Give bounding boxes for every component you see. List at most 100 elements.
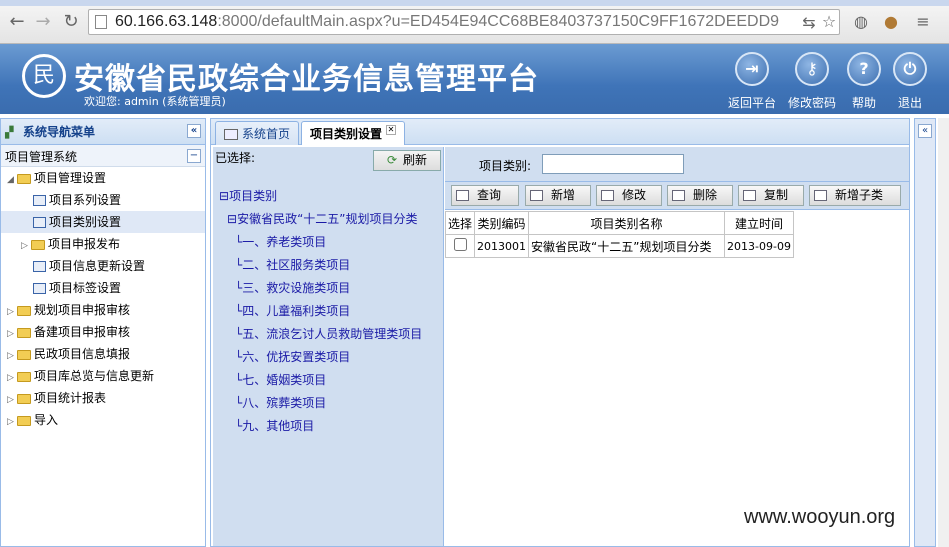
sidebar-item-tags[interactable]: 项目标签设置	[1, 277, 205, 299]
table-row[interactable]: 2013001 安徽省民政“十二五”规划项目分类 2013-09-09	[444, 234, 794, 258]
tree-leaf[interactable]: └四、儿童福利类项目	[235, 302, 350, 319]
column-header[interactable]: 类别编码	[474, 211, 530, 235]
folder-icon	[17, 393, 31, 404]
sitemap-icon: ▞	[5, 125, 14, 139]
tree-root[interactable]: ⊟项目类别	[219, 187, 277, 204]
app-header: 民 安徽省民政综合业务信息管理平台 欢迎您: admin (系统管理员) ⇥ 返…	[0, 44, 949, 114]
bookmark-star-icon[interactable]: ☆	[818, 11, 840, 33]
return-platform-button[interactable]: ⇥ 返回平台	[722, 48, 782, 112]
collapsed-arrow-icon: ▷	[7, 351, 14, 361]
sidebar-item-standby-review[interactable]: ▷ 备建项目申报审核	[1, 321, 205, 343]
filter-bar: 项目类别:	[445, 147, 909, 182]
column-header[interactable]: 项目类别名称	[528, 211, 726, 235]
collapsed-arrow-icon: ▷	[7, 307, 14, 317]
category-name-cell: 安徽省民政“十二五”规划项目分类	[528, 234, 726, 258]
browser-toolbar: ← → ↻ 60.166.63.148:8000/defaultMain.asp…	[0, 0, 949, 44]
folder-icon	[17, 415, 31, 426]
cookie-icon[interactable]: ●	[880, 11, 902, 33]
document-icon	[33, 283, 46, 294]
address-bar[interactable]: 60.166.63.148:8000/defaultMain.aspx?u=ED…	[88, 9, 840, 35]
folder-icon	[31, 239, 45, 250]
tree-leaf[interactable]: └七、婚姻类项目	[235, 371, 326, 388]
refresh-button[interactable]: ⟳ 刷新	[373, 150, 441, 171]
back-icon[interactable]: ←	[6, 11, 28, 33]
category-filter-input[interactable]	[542, 154, 684, 174]
tab-home[interactable]: 系统首页	[215, 121, 300, 145]
folder-icon	[17, 173, 31, 184]
document-icon	[33, 261, 46, 272]
page-icon	[95, 15, 107, 29]
tree-leaf[interactable]: └六、优抚安置类项目	[235, 348, 350, 365]
welcome-text: 欢迎您: admin (系统管理员)	[84, 95, 226, 108]
sidebar-item-overview[interactable]: ▷ 项目库总览与信息更新	[1, 365, 205, 387]
collapsed-arrow-icon: ▷	[21, 241, 28, 251]
tree-node-plan-category[interactable]: ⊟安徽省民政“十二五”规划项目分类	[227, 210, 418, 227]
tree-leaf[interactable]: └一、养老类项目	[235, 233, 326, 250]
refresh-icon: ⟳	[386, 153, 398, 167]
help-icon: ?	[847, 52, 881, 86]
row-checkbox[interactable]	[453, 238, 467, 251]
column-header[interactable]: 选择	[444, 211, 476, 235]
forward-icon[interactable]: →	[32, 11, 54, 33]
category-table: 选择 类别编码 项目类别名称 建立时间 2013001 安徽省民政“十二五”规划…	[444, 211, 794, 258]
tree-leaf[interactable]: └三、救灾设施类项目	[235, 279, 350, 296]
return-icon: ⇥	[735, 52, 769, 86]
sidebar-header: ▞ 系统导航菜单 «	[1, 119, 205, 145]
sidebar-item-project-management[interactable]: ◢ 项目管理设置	[1, 167, 205, 189]
sidebar-section[interactable]: 项目管理系统 −	[1, 145, 205, 167]
tree-leaf[interactable]: └二、社区服务类项目	[235, 256, 350, 273]
close-tab-icon[interactable]: ✕	[386, 125, 397, 135]
folder-icon	[17, 327, 31, 338]
add-sub-icon	[814, 190, 827, 201]
tab-bar: 系统首页 项目类别设置 ✕	[211, 119, 909, 145]
created-date-cell: 2013-09-09	[724, 234, 794, 258]
collapsed-arrow-icon: ▷	[7, 373, 14, 383]
table-header-row: 选择 类别编码 项目类别名称 建立时间	[444, 211, 794, 235]
sidebar-item-project-series[interactable]: 项目系列设置	[1, 189, 205, 211]
expanded-arrow-icon: ◢	[7, 175, 14, 185]
delete-icon	[672, 190, 685, 201]
reload-icon[interactable]: ↻	[60, 11, 82, 33]
sidebar-item-reports[interactable]: ▷ 项目统计报表	[1, 387, 205, 409]
menu-icon[interactable]: ≡	[912, 11, 934, 33]
query-icon	[456, 190, 469, 201]
row-select-cell[interactable]	[444, 234, 476, 258]
sidebar-item-project-publish[interactable]: ▷ 项目申报发布	[1, 233, 205, 255]
app-title: 安徽省民政综合业务信息管理平台	[74, 62, 539, 97]
sidebar-item-civil-info[interactable]: ▷ 民政项目信息填报	[1, 343, 205, 365]
page-scrollbar[interactable]	[938, 118, 949, 547]
sidebar-item-import[interactable]: ▷ 导入	[1, 409, 205, 431]
tab-project-category[interactable]: 项目类别设置 ✕	[301, 121, 406, 145]
expand-right-icon[interactable]: «	[918, 124, 932, 138]
edit-button[interactable]: 修改	[596, 185, 662, 206]
column-header[interactable]: 建立时间	[724, 211, 794, 235]
main-panel: 系统首页 项目类别设置 ✕ 已选择: ⟳ 刷新 ⊟项目类别 ⊟安徽省民政“十二五”规…	[210, 118, 910, 547]
tree-leaf[interactable]: └八、殡葬类项目	[235, 394, 326, 411]
logo: 民	[22, 54, 66, 98]
key-icon: ⚷	[795, 52, 829, 86]
collapse-section-icon[interactable]: −	[187, 149, 201, 163]
add-subcategory-button[interactable]: 新增子类	[809, 185, 901, 206]
sidebar-item-plan-review[interactable]: ▷ 规划项目申报审核	[1, 299, 205, 321]
sidebar-item-info-update[interactable]: 项目信息更新设置	[1, 255, 205, 277]
folder-icon	[17, 349, 31, 360]
category-code-cell: 2013001	[474, 234, 530, 258]
translate-icon[interactable]: ⇆	[798, 12, 820, 34]
logout-button[interactable]: ⏻ 退出	[880, 48, 940, 112]
delete-button[interactable]: 删除	[667, 185, 733, 206]
category-tree-panel: 已选择: ⟳ 刷新 ⊟项目类别 ⊟安徽省民政“十二五”规划项目分类 └一、养老类项…	[213, 147, 444, 546]
query-button[interactable]: 查询	[451, 185, 519, 206]
tree-leaf[interactable]: └九、其他项目	[235, 417, 314, 434]
collapse-left-icon[interactable]: «	[187, 124, 201, 138]
selected-label: 已选择:	[215, 151, 256, 165]
sidebar-item-project-category[interactable]: 项目类别设置	[1, 211, 205, 233]
folder-icon	[17, 371, 31, 382]
globe-icon[interactable]: ◍	[850, 11, 872, 33]
copy-button[interactable]: 复制	[738, 185, 804, 206]
category-grid-panel: 项目类别: 查询 新增 修改 删除 复制 新增子类 选择 类别编码 项目类别名称…	[444, 147, 909, 546]
change-password-button[interactable]: ⚷ 修改密码	[782, 48, 842, 112]
add-button[interactable]: 新增	[525, 185, 591, 206]
home-icon	[224, 129, 238, 140]
collapsed-arrow-icon: ▷	[7, 417, 14, 427]
tree-leaf[interactable]: └五、流浪乞讨人员救助管理类项目	[235, 325, 422, 342]
